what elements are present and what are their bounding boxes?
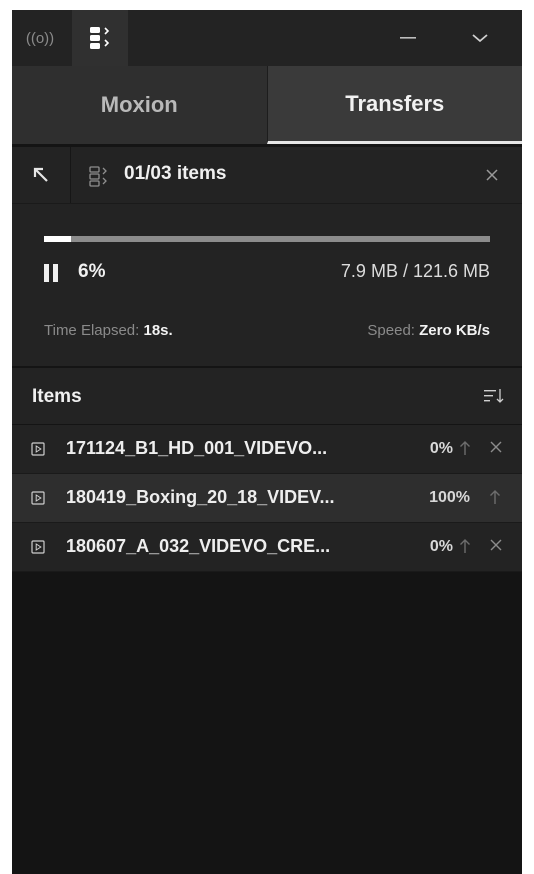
chevron-down-icon[interactable] bbox=[460, 10, 500, 66]
minimize-icon[interactable] bbox=[388, 10, 428, 66]
close-icon[interactable] bbox=[489, 538, 503, 557]
arrow-up-icon[interactable] bbox=[459, 440, 471, 461]
list-item[interactable]: 180419_Boxing_20_18_VIDEV... 100% bbox=[12, 474, 522, 523]
speed-label: Speed: bbox=[367, 322, 415, 339]
tab-bar: Moxion Transfers bbox=[12, 66, 522, 144]
file-percent: 100% bbox=[429, 489, 470, 506]
transfer-window: ((o)) Moxion Transfers 01/03 items 6% 7.… bbox=[12, 10, 522, 874]
file-name: 180419_Boxing_20_18_VIDEV... bbox=[66, 487, 335, 507]
tab-transfers[interactable]: Transfers bbox=[266, 66, 522, 144]
file-name: 171124_B1_HD_001_VIDEVO... bbox=[66, 438, 328, 458]
transfer-speed: Speed: Zero KB/s bbox=[367, 322, 490, 339]
transfer-size: 7.9 MB / 121.6 MB bbox=[340, 261, 490, 281]
pause-icon[interactable] bbox=[44, 264, 60, 282]
close-icon[interactable] bbox=[476, 159, 508, 191]
progress-panel: 6% 7.9 MB / 121.6 MB Time Elapsed: 18s. … bbox=[12, 204, 522, 366]
file-percent: 0% bbox=[429, 440, 453, 457]
time-elapsed-value: 18s. bbox=[143, 322, 173, 339]
sort-icon[interactable] bbox=[482, 384, 506, 408]
transfers-icon[interactable] bbox=[72, 10, 128, 66]
progress-bar-fill bbox=[44, 236, 71, 242]
video-file-icon bbox=[31, 491, 45, 510]
file-percent: 0% bbox=[429, 538, 453, 555]
items-title: Items bbox=[32, 386, 82, 407]
items-header: Items bbox=[12, 368, 522, 424]
video-file-icon bbox=[31, 540, 45, 559]
progress-percent: 6% bbox=[78, 261, 106, 282]
progress-bar bbox=[44, 236, 490, 242]
broadcast-icon[interactable]: ((o)) bbox=[12, 10, 68, 66]
video-file-icon bbox=[31, 442, 45, 461]
list-item[interactable]: 180607_A_032_VIDEVO_CRE... 0% bbox=[12, 523, 522, 572]
arrow-up-left-icon[interactable] bbox=[12, 147, 71, 203]
items-list: 171124_B1_HD_001_VIDEVO... 0% 180419_Box… bbox=[12, 425, 522, 572]
queue-list-icon bbox=[88, 165, 110, 192]
file-name: 180607_A_032_VIDEVO_CRE... bbox=[66, 536, 331, 556]
close-icon[interactable] bbox=[489, 440, 503, 459]
queue-header: 01/03 items bbox=[12, 147, 522, 204]
list-item[interactable]: 171124_B1_HD_001_VIDEVO... 0% bbox=[12, 425, 522, 474]
time-elapsed: Time Elapsed: 18s. bbox=[44, 322, 173, 339]
arrow-up-icon[interactable] bbox=[459, 538, 471, 559]
top-bar: ((o)) bbox=[12, 10, 522, 66]
arrow-up-icon[interactable] bbox=[489, 489, 501, 510]
queue-count-label: 01/03 items bbox=[124, 163, 227, 184]
tab-moxion[interactable]: Moxion bbox=[12, 66, 267, 144]
speed-value: Zero KB/s bbox=[419, 322, 490, 339]
time-elapsed-label: Time Elapsed: bbox=[44, 322, 140, 339]
